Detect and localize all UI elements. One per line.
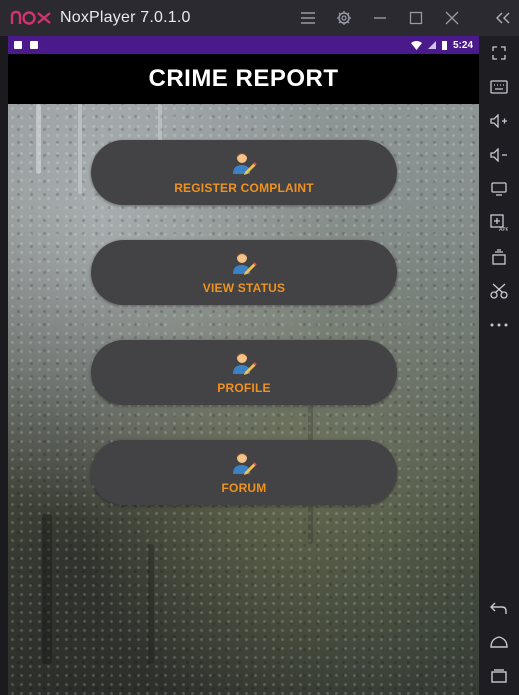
android-statusbar: 5:24: [8, 36, 479, 54]
back-icon[interactable]: [479, 591, 519, 625]
expand-icon[interactable]: [479, 36, 519, 70]
maximize-icon[interactable]: [398, 0, 434, 36]
recent-apps-icon[interactable]: [479, 659, 519, 693]
nox-logo: [10, 0, 54, 36]
user-edit-icon: [233, 253, 257, 275]
forum-button[interactable]: FORUM: [91, 440, 397, 505]
settings-gear-icon[interactable]: [326, 0, 362, 36]
battery-icon: [441, 40, 447, 50]
register-complaint-button[interactable]: REGISTER COMPLAINT: [91, 140, 397, 205]
screen-icon[interactable]: [479, 172, 519, 206]
main-content: REGISTER COMPLAINT VIEW STATUS PROFILE F…: [8, 104, 479, 695]
notification-icon: [14, 41, 22, 49]
menu-icon[interactable]: [290, 0, 326, 36]
status-time: 5:24: [452, 39, 473, 51]
view-status-button[interactable]: VIEW STATUS: [91, 240, 397, 305]
profile-label: PROFILE: [217, 381, 271, 395]
page-title: CRIME REPORT: [148, 65, 339, 92]
more-icon[interactable]: [479, 308, 519, 342]
multi-instance-icon[interactable]: [479, 240, 519, 274]
signal-icon: [427, 41, 436, 49]
keyboard-icon[interactable]: [479, 70, 519, 104]
volume-up-icon[interactable]: [479, 104, 519, 138]
user-edit-icon: [233, 153, 257, 175]
volume-down-icon[interactable]: [479, 138, 519, 172]
wifi-icon: [410, 40, 422, 50]
user-edit-icon: [233, 453, 257, 475]
home-icon[interactable]: [479, 625, 519, 659]
scissors-icon[interactable]: [479, 274, 519, 308]
profile-button[interactable]: PROFILE: [91, 340, 397, 405]
register-complaint-label: REGISTER COMPLAINT: [174, 181, 314, 195]
close-icon[interactable]: [434, 0, 470, 36]
notification-icon: [30, 41, 38, 49]
apk-install-icon[interactable]: APK: [479, 206, 519, 240]
svg-text:APK: APK: [499, 227, 508, 232]
collapse-sidebar-icon[interactable]: [486, 0, 519, 36]
emulator-titlebar: NoxPlayer 7.0.1.0: [0, 0, 519, 36]
emulator-sidebar: APK: [479, 36, 519, 695]
minimize-icon[interactable]: [362, 0, 398, 36]
user-edit-icon: [233, 353, 257, 375]
app-toolbar: CRIME REPORT: [8, 54, 479, 104]
view-status-label: VIEW STATUS: [202, 281, 286, 295]
window-title: NoxPlayer 7.0.1.0: [60, 9, 191, 26]
forum-label: FORUM: [221, 481, 267, 495]
